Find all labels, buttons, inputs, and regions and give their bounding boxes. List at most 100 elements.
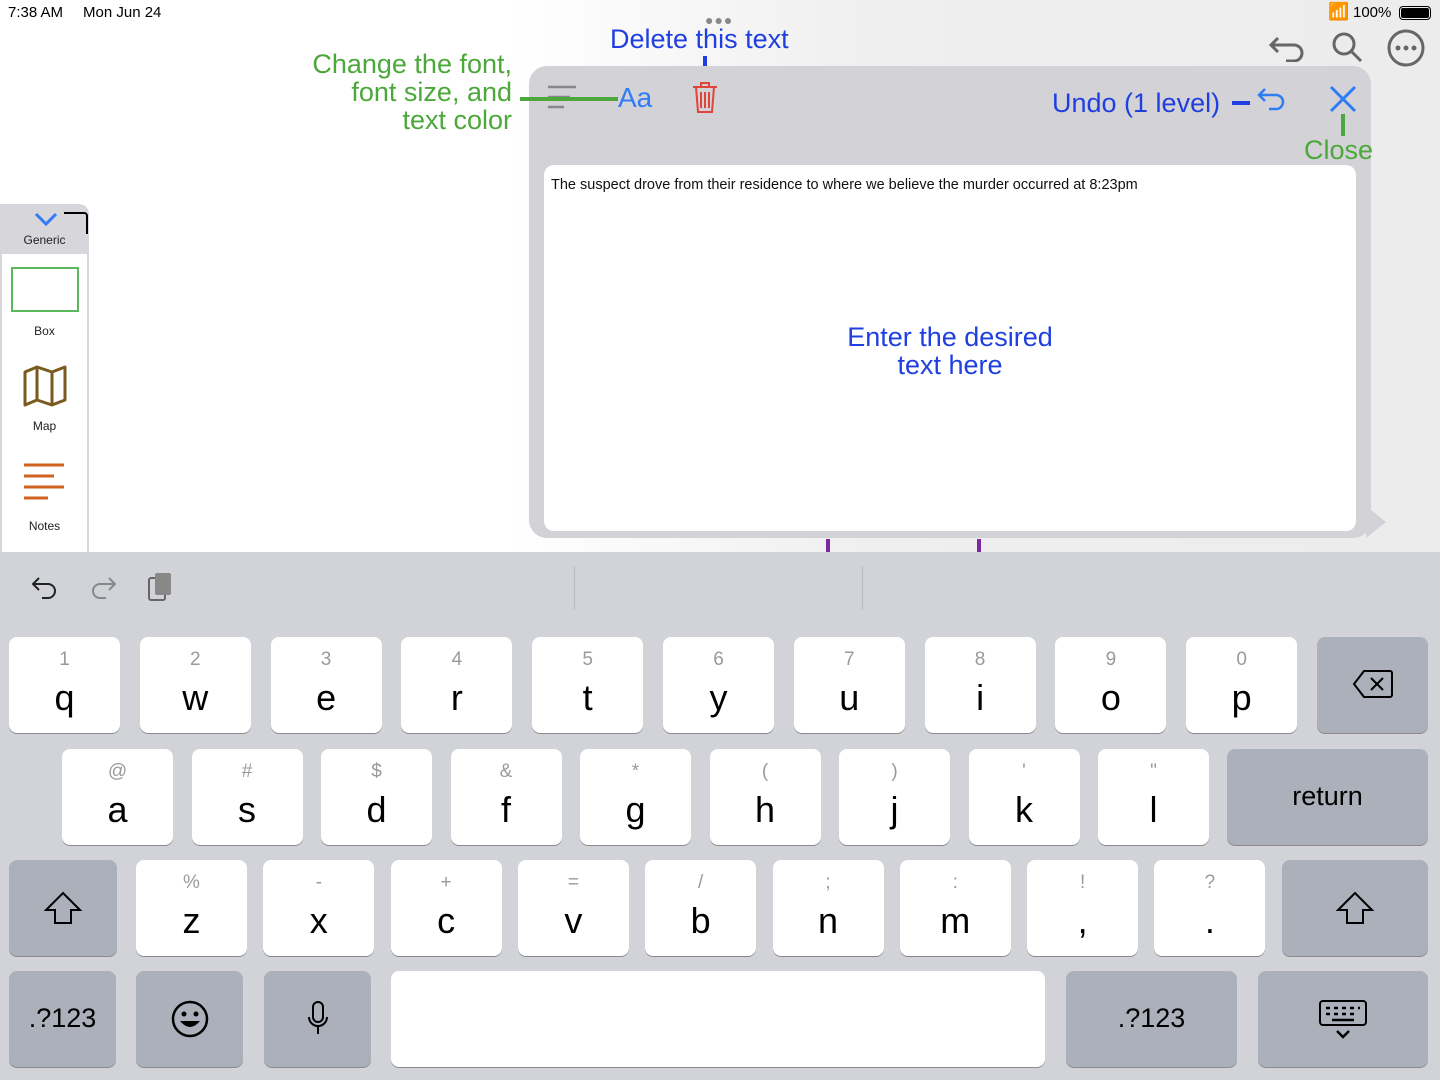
- key-secondary: 0: [1236, 649, 1247, 670]
- key-primary: ,: [1077, 900, 1088, 941]
- text-editor[interactable]: The suspect drove from their residence t…: [544, 165, 1356, 531]
- key-z[interactable]: % z: [136, 860, 247, 956]
- trash-icon[interactable]: [690, 80, 720, 114]
- keyboard-redo-icon[interactable]: [88, 572, 118, 602]
- keyboard-dismiss-icon: [1319, 1000, 1367, 1039]
- key-y[interactable]: 6y: [663, 637, 774, 733]
- key-j[interactable]: ) j: [839, 749, 950, 845]
- key-s[interactable]: # s: [191, 749, 303, 845]
- return-key[interactable]: return: [1227, 749, 1428, 845]
- space-key[interactable]: [391, 971, 1045, 1067]
- wifi-icon: 📶: [1328, 2, 1350, 21]
- undo-icon[interactable]: [1268, 30, 1308, 62]
- key-primary: m: [940, 900, 971, 941]
- connector-handle[interactable]: [826, 539, 830, 552]
- sidebar-item-map[interactable]: Map: [2, 364, 87, 444]
- key-secondary: 2: [190, 649, 201, 670]
- annotation-line: [1232, 101, 1250, 105]
- key-primary: i: [976, 677, 985, 718]
- key-e[interactable]: 3e: [270, 637, 382, 733]
- keyboard-undo-icon[interactable]: [30, 572, 60, 602]
- key-secondary: 4: [451, 649, 463, 670]
- dismiss-keyboard-key[interactable]: [1258, 971, 1428, 1067]
- key-t[interactable]: 5t: [532, 637, 644, 733]
- key-n[interactable]: ; n: [772, 860, 884, 956]
- key-m[interactable]: :m: [899, 860, 1011, 956]
- numbers-label: .?123: [28, 1003, 97, 1033]
- key-q[interactable]: 1q: [9, 637, 120, 733]
- key-w[interactable]: 2w: [139, 637, 251, 733]
- key-primary: d: [366, 789, 387, 830]
- numbers-key-right[interactable]: .?123: [1066, 971, 1237, 1067]
- key-c[interactable]: + c: [390, 860, 502, 956]
- numbers-key-left[interactable]: .?123: [9, 971, 116, 1067]
- shift-left-key[interactable]: [9, 860, 117, 956]
- key-primary: j: [890, 789, 899, 830]
- key-primary: o: [1100, 677, 1121, 718]
- emoji-key[interactable]: [136, 971, 243, 1067]
- key-primary: t: [582, 677, 593, 718]
- editor-text[interactable]: The suspect drove from their residence t…: [551, 177, 1138, 193]
- key-h[interactable]: (h: [709, 749, 821, 845]
- key-a[interactable]: @ a: [62, 749, 173, 845]
- key-secondary: 3: [320, 649, 332, 670]
- key-g[interactable]: * g: [580, 749, 691, 845]
- key-comma[interactable]: !,: [1027, 860, 1139, 956]
- key-period[interactable]: ?.: [1154, 860, 1266, 956]
- shift-right-key[interactable]: [1282, 860, 1428, 956]
- key-secondary: ?: [1204, 872, 1216, 893]
- delete-backspace-icon: [1352, 670, 1393, 698]
- key-i[interactable]: 8i: [924, 637, 1036, 733]
- key-primary: p: [1231, 677, 1252, 718]
- key-secondary: +: [440, 872, 452, 893]
- dictation-key[interactable]: [264, 971, 371, 1067]
- key-p[interactable]: 0p: [1186, 637, 1298, 733]
- chevron-down-icon[interactable]: [34, 210, 90, 234]
- key-primary: u: [839, 677, 860, 718]
- more-options-icon[interactable]: [1386, 28, 1426, 68]
- key-l[interactable]: " l: [1098, 749, 1209, 845]
- key-primary: h: [754, 789, 776, 830]
- key-v[interactable]: = v: [517, 860, 629, 956]
- divider: [574, 566, 575, 610]
- key-secondary: =: [567, 872, 579, 893]
- delete-key[interactable]: [1317, 637, 1428, 733]
- key-secondary: &: [499, 761, 513, 782]
- divider: [862, 566, 863, 610]
- key-primary: a: [107, 789, 128, 830]
- key-primary: k: [1015, 789, 1033, 830]
- key-secondary: :: [952, 872, 958, 893]
- annotation-enter: Enter the desired text here: [544, 323, 1356, 379]
- key-primary: r: [450, 677, 463, 718]
- key-u[interactable]: 7u: [793, 637, 905, 733]
- key-b[interactable]: / b: [645, 860, 757, 956]
- key-secondary: (: [761, 761, 769, 782]
- key-r[interactable]: 4r: [401, 637, 513, 733]
- key-primary: .: [1204, 900, 1215, 941]
- key-primary: s: [238, 789, 256, 830]
- key-o[interactable]: 9o: [1055, 637, 1167, 733]
- shift-icon: [43, 891, 83, 924]
- sidebar-item-label: Notes: [28, 519, 61, 533]
- annotation-line-2: text here: [897, 350, 1003, 380]
- emoji-icon: [171, 1000, 208, 1038]
- sidebar-item-notes[interactable]: Notes: [2, 462, 87, 542]
- sidebar-item-box[interactable]: Box: [2, 262, 87, 344]
- close-icon[interactable]: [1328, 84, 1358, 114]
- key-secondary: 8: [974, 649, 986, 670]
- connector-handle[interactable]: [977, 539, 981, 552]
- annotation-line-1: Enter the desired: [847, 322, 1053, 352]
- key-primary: e: [316, 677, 337, 718]
- annotation-undo: Undo (1 level): [1052, 88, 1221, 118]
- search-icon[interactable]: [1330, 30, 1364, 64]
- key-secondary: !: [1079, 872, 1086, 893]
- key-k[interactable]: ' k: [968, 749, 1080, 845]
- key-x[interactable]: -x: [263, 860, 375, 956]
- paste-icon[interactable]: [146, 570, 176, 604]
- key-f[interactable]: & f: [450, 749, 562, 845]
- key-d[interactable]: $ d: [321, 749, 432, 845]
- annotation-font: Change the font, font size, and text col…: [260, 50, 512, 134]
- key-primary: f: [500, 789, 511, 830]
- panel-undo-icon[interactable]: [1256, 86, 1288, 116]
- font-button[interactable]: Aa: [618, 82, 652, 114]
